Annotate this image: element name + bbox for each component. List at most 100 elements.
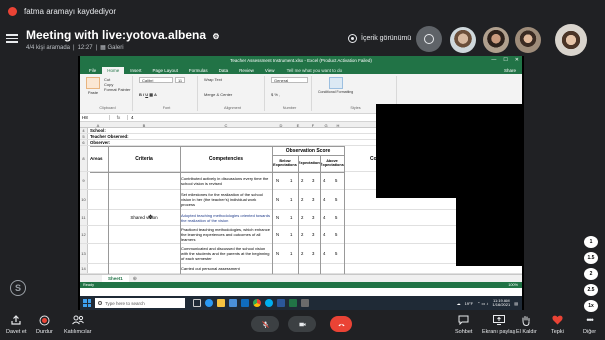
- row-number[interactable]: 13: [80, 244, 88, 263]
- score-1[interactable]: 1: [290, 244, 292, 263]
- column-header-f[interactable]: F: [306, 123, 320, 128]
- column-header-d[interactable]: D: [272, 123, 290, 128]
- column-header-h[interactable]: H: [332, 123, 344, 128]
- formula-input[interactable]: 4: [128, 115, 134, 120]
- gallery-label[interactable]: Galeri: [108, 45, 124, 51]
- score-2[interactable]: 2: [301, 210, 303, 225]
- format-painter-button[interactable]: Format Painter: [104, 87, 130, 92]
- speed-button[interactable]: 2: [584, 268, 598, 280]
- taskbar-search-input[interactable]: Type here to search: [95, 298, 185, 308]
- tab-data[interactable]: Data: [214, 67, 234, 74]
- zoom-level[interactable]: 100%: [508, 282, 518, 288]
- skype-icon[interactable]: [265, 299, 273, 307]
- competency-cell[interactable]: Carried out personal assessment: [180, 264, 272, 273]
- tab-page-layout[interactable]: Page Layout: [148, 67, 183, 74]
- score-2[interactable]: 2: [301, 244, 303, 263]
- column-header-c[interactable]: C: [180, 123, 272, 128]
- notification-icon[interactable]: ▤: [514, 301, 518, 306]
- row-number[interactable]: 4: [80, 128, 88, 133]
- row-number[interactable]: 6: [80, 140, 88, 145]
- score-1[interactable]: 1: [290, 190, 292, 209]
- score-3[interactable]: 3: [312, 210, 314, 225]
- windows-start-icon[interactable]: [83, 299, 91, 307]
- number-format-select[interactable]: General: [271, 77, 308, 83]
- competency-cell[interactable]: Set milestones for the realization of th…: [180, 190, 272, 209]
- score-5[interactable]: 5: [335, 210, 337, 225]
- score-1[interactable]: 1: [290, 172, 292, 189]
- score-2[interactable]: 2: [301, 190, 303, 209]
- fx-icon[interactable]: fx: [110, 115, 128, 120]
- row-number[interactable]: 12: [80, 226, 88, 243]
- participant-video[interactable]: [515, 27, 541, 53]
- invite-button[interactable]: Davet et: [6, 314, 26, 335]
- score-2[interactable]: 2: [301, 172, 303, 189]
- tab-home[interactable]: Home: [102, 67, 125, 74]
- tab-formulas[interactable]: Formulas: [184, 67, 213, 74]
- react-button[interactable]: Tepki: [551, 314, 564, 335]
- score-5[interactable]: 5: [335, 226, 337, 243]
- share-button[interactable]: Share: [498, 67, 522, 74]
- edge-icon[interactable]: [205, 299, 213, 307]
- name-box[interactable]: H8: [80, 115, 110, 120]
- score-3[interactable]: 3: [312, 244, 314, 263]
- tell-me-search[interactable]: Tell me what you want to do: [281, 67, 349, 74]
- tab-file[interactable]: File: [84, 67, 101, 74]
- column-header-a[interactable]: A: [88, 123, 108, 128]
- share-screen-button[interactable]: Ekranı paylaş: [482, 314, 515, 335]
- mail-icon[interactable]: [241, 299, 249, 307]
- score-4[interactable]: 4: [323, 190, 325, 209]
- participant-video[interactable]: [450, 27, 476, 53]
- score-n[interactable]: N: [276, 226, 279, 243]
- score-4[interactable]: 4: [323, 210, 325, 225]
- tab-insert[interactable]: Insert: [125, 67, 146, 74]
- competency-cell[interactable]: Communicated and discussed the school vi…: [180, 244, 272, 263]
- participant-video[interactable]: [555, 24, 587, 56]
- score-5[interactable]: 5: [335, 190, 337, 209]
- more-button[interactable]: ••• Diğer: [583, 314, 596, 335]
- hamburger-menu-icon[interactable]: [6, 32, 18, 44]
- raise-hand-button[interactable]: El Kaldır: [516, 314, 537, 335]
- tab-review[interactable]: Review: [234, 67, 259, 74]
- participant-video[interactable]: [483, 27, 509, 53]
- score-4[interactable]: 4: [323, 172, 325, 189]
- clock[interactable]: 11:19 AM 1/16/2021: [492, 298, 510, 308]
- row-number[interactable]: 11: [80, 210, 88, 225]
- row-number[interactable]: 10: [80, 190, 88, 209]
- score-1[interactable]: 1: [290, 226, 292, 243]
- competency-cell[interactable]: Contributed actively in discussions ever…: [180, 172, 272, 189]
- wrap-text-button[interactable]: Wrap Text: [204, 77, 261, 82]
- score-5[interactable]: 5: [335, 172, 337, 189]
- add-sheet-icon[interactable]: ⊕: [133, 276, 137, 282]
- paste-button[interactable]: Paste: [86, 77, 100, 95]
- video-button[interactable]: [288, 316, 316, 332]
- competency-cell[interactable]: Adopted teaching methodologies oriented …: [180, 210, 272, 225]
- number-format-buttons[interactable]: $ % ,: [271, 92, 308, 97]
- score-3[interactable]: 3: [312, 226, 314, 243]
- content-view-toggle[interactable]: İçerik görünümü: [348, 34, 411, 43]
- score-3[interactable]: 3: [312, 190, 314, 209]
- score-3[interactable]: 3: [312, 172, 314, 189]
- participants-button[interactable]: Katılımcılar: [64, 314, 92, 335]
- gallery-icon[interactable]: ▦: [100, 45, 106, 51]
- speed-button[interactable]: 1: [584, 236, 598, 248]
- font-name-select[interactable]: Calibri: [139, 77, 173, 83]
- weather-icon[interactable]: ☁: [457, 301, 461, 306]
- font-style-buttons[interactable]: B I U ▦ A: [139, 92, 194, 97]
- task-view-icon[interactable]: [193, 299, 201, 307]
- file-explorer-icon[interactable]: [217, 299, 225, 307]
- merge-center-button[interactable]: Merge & Center: [204, 92, 261, 97]
- speed-button[interactable]: 2.5: [584, 284, 598, 296]
- mute-button[interactable]: [251, 316, 279, 332]
- score-2[interactable]: 2: [301, 226, 303, 243]
- tab-view[interactable]: View: [260, 67, 280, 74]
- score-n[interactable]: N: [276, 172, 279, 189]
- conditional-formatting-button[interactable]: Conditional Formatting: [318, 77, 353, 94]
- chrome-icon[interactable]: [253, 299, 261, 307]
- speed-button[interactable]: 1.5: [584, 252, 598, 264]
- score-n[interactable]: N: [276, 210, 279, 225]
- stop-recording-button[interactable]: Durdur: [36, 314, 53, 335]
- excel-icon[interactable]: [289, 299, 297, 307]
- score-5[interactable]: 5: [335, 244, 337, 263]
- maximize-icon[interactable]: ☐: [503, 57, 507, 63]
- app-icon[interactable]: [301, 299, 309, 307]
